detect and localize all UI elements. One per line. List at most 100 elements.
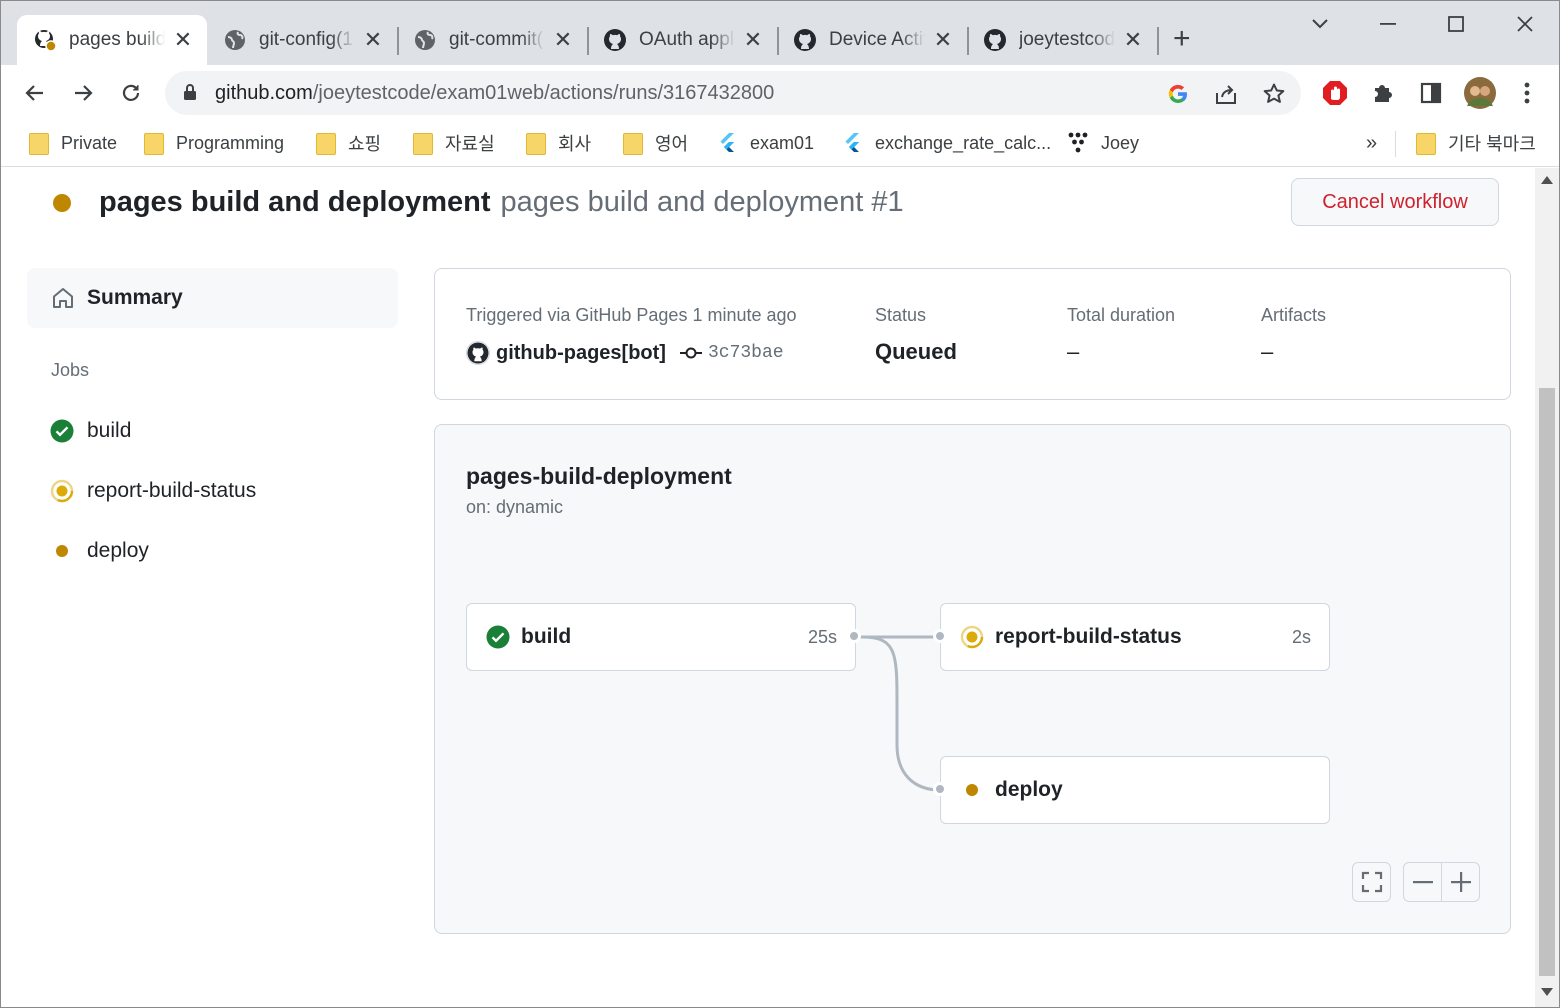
- cancel-workflow-button[interactable]: Cancel workflow: [1291, 178, 1499, 226]
- sidebar-job-report-build-status[interactable]: report-build-status: [49, 476, 256, 506]
- graph-node-build[interactable]: build 25s: [466, 603, 856, 671]
- sidebar-job-build[interactable]: build: [49, 416, 131, 446]
- lock-icon[interactable]: [183, 83, 197, 106]
- minimize-icon[interactable]: [1373, 9, 1403, 39]
- tab-title: git-commit(1): [449, 29, 545, 50]
- tab-separator: [1157, 27, 1159, 55]
- bookmark-label: 회사: [558, 134, 592, 154]
- bookmark-company[interactable]: 회사: [524, 129, 591, 157]
- maximize-icon[interactable]: [1441, 9, 1471, 39]
- close-tab-icon[interactable]: ✕: [933, 29, 953, 51]
- tab-strip: pages build and deployment ✕ git-config(…: [1, 1, 1559, 65]
- zoom-out-button[interactable]: [1404, 863, 1441, 901]
- zoom-in-button[interactable]: [1442, 863, 1479, 901]
- tab-oauth-apps[interactable]: OAuth applications ✕: [587, 15, 777, 65]
- tab-joeytestcode[interactable]: joeytestcode ✕: [967, 15, 1157, 65]
- adblock-icon[interactable]: [1321, 79, 1349, 107]
- queued-dot-icon: [959, 777, 985, 803]
- close-tab-icon[interactable]: ✕: [363, 29, 383, 51]
- bookmark-label: 영어: [655, 134, 689, 154]
- extensions-puzzle-icon[interactable]: [1369, 79, 1397, 107]
- tab-git-config[interactable]: git-config(1) ✕: [207, 15, 397, 65]
- job-label: report-build-status: [87, 479, 257, 502]
- node-duration: 2s: [1291, 626, 1311, 647]
- bookmark-shopping[interactable]: 쇼핑: [314, 129, 381, 157]
- jobs-heading: Jobs: [51, 360, 90, 380]
- reload-icon[interactable]: [115, 77, 147, 109]
- home-icon: [51, 286, 75, 310]
- tree-icon: [1067, 132, 1089, 154]
- close-window-icon[interactable]: [1510, 9, 1540, 39]
- github-icon: [603, 28, 627, 52]
- commit-sha-link[interactable]: 3c73bae: [708, 343, 784, 363]
- scroll-up-icon[interactable]: [1541, 176, 1553, 184]
- close-tab-icon[interactable]: ✕: [553, 29, 573, 51]
- browser-toolbar: github.com/joeytestcode/exam01web/action…: [1, 65, 1559, 121]
- duration-value: –: [1067, 339, 1080, 364]
- bookmark-programming[interactable]: Programming: [142, 129, 284, 157]
- bookmark-english[interactable]: 영어: [621, 129, 688, 157]
- graph-node-report-build-status[interactable]: report-build-status 2s: [940, 603, 1330, 671]
- bookmark-label: Programming: [176, 132, 285, 153]
- bookmark-joey[interactable]: Joey: [1067, 129, 1139, 157]
- graph-connectors: [855, 635, 941, 792]
- check-circle-icon: [485, 624, 511, 650]
- close-tab-icon[interactable]: ✕: [173, 29, 193, 51]
- node-in-port: [933, 782, 947, 796]
- page-scrollbar[interactable]: [1535, 168, 1559, 1007]
- bookmark-exam01[interactable]: exam01: [716, 129, 814, 157]
- close-tab-icon[interactable]: ✕: [743, 29, 763, 51]
- sidebar-job-deploy[interactable]: deploy: [49, 536, 149, 566]
- flutter-icon: [841, 132, 863, 154]
- close-tab-icon[interactable]: ✕: [1123, 29, 1143, 51]
- queued-dot-icon: [49, 538, 75, 564]
- run-status-dot-icon: [53, 193, 71, 212]
- tab-device-activation[interactable]: Device Activation ✕: [777, 15, 967, 65]
- bookmark-label: 자료실: [445, 134, 495, 154]
- node-duration: 25s: [807, 626, 837, 647]
- fullscreen-button[interactable]: [1352, 862, 1391, 902]
- google-icon[interactable]: [1165, 81, 1191, 107]
- folder-icon: [142, 132, 164, 155]
- graph-node-deploy[interactable]: deploy: [940, 756, 1330, 824]
- check-circle-icon: [49, 418, 75, 444]
- bookmarks-overflow-button[interactable]: »: [1366, 129, 1377, 157]
- tab-search-icon[interactable]: [1305, 9, 1335, 39]
- tab-git-commit[interactable]: git-commit(1) ✕: [397, 15, 587, 65]
- tab-title: git-config(1): [259, 29, 355, 50]
- kebab-menu-icon[interactable]: [1513, 79, 1541, 107]
- share-icon[interactable]: [1213, 81, 1239, 107]
- actor-link[interactable]: github-pages[bot]: [496, 342, 666, 365]
- run-header: pages build and deployment pages build a…: [53, 186, 904, 219]
- tab-title: pages build and deployment: [69, 29, 165, 50]
- side-panel-icon[interactable]: [1417, 79, 1445, 107]
- scroll-down-icon[interactable]: [1541, 988, 1553, 996]
- duration-label: Total duration: [1067, 305, 1176, 325]
- bookmark-other[interactable]: 기타 북마크: [1414, 129, 1536, 157]
- node-label: deploy: [995, 778, 1063, 801]
- scrollbar-thumb[interactable]: [1539, 388, 1555, 976]
- bookmark-private[interactable]: Private: [27, 129, 117, 157]
- bookmark-star-icon[interactable]: [1261, 81, 1287, 107]
- tab-pages-build[interactable]: pages build and deployment ✕: [17, 15, 207, 65]
- bookmark-archive[interactable]: 자료실: [411, 129, 495, 157]
- url-path: /joeytestcode/exam01web/actions/runs/316…: [312, 82, 775, 104]
- folder-icon: [621, 132, 643, 155]
- sidebar-item-summary[interactable]: Summary: [27, 268, 398, 328]
- bookmark-exchange-rate[interactable]: exchange_rate_calc...: [841, 129, 1051, 157]
- bookmark-label: exchange_rate_calc...: [875, 132, 1052, 153]
- github-icon: [793, 28, 817, 52]
- job-label: deploy: [87, 539, 149, 562]
- forward-icon[interactable]: [67, 77, 99, 109]
- profile-avatar[interactable]: [1463, 76, 1497, 110]
- artifacts-label: Artifacts: [1261, 305, 1327, 325]
- back-icon[interactable]: [19, 77, 51, 109]
- flutter-icon: [716, 132, 738, 154]
- artifacts-value: –: [1261, 339, 1274, 364]
- github-actions-icon: [33, 28, 57, 52]
- address-bar[interactable]: github.com/joeytestcode/exam01web/action…: [165, 71, 1301, 115]
- new-tab-button[interactable]: +: [1173, 23, 1191, 55]
- status-value: Queued: [875, 339, 957, 364]
- github-avatar-icon[interactable]: [466, 341, 490, 365]
- bookmark-label: exam01: [750, 132, 815, 153]
